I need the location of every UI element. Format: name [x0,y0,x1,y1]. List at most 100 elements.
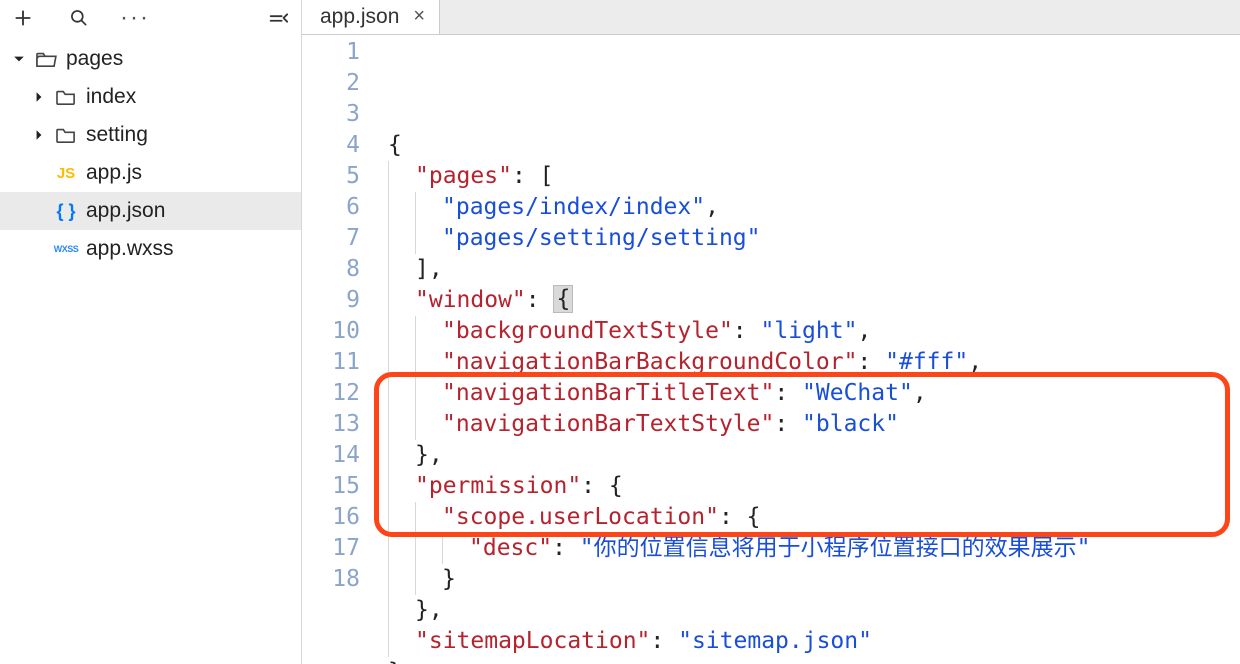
line-number: 8 [302,254,360,285]
file-tree: pages index setting JS app.js [0,36,301,664]
tree-item-label: app.js [86,161,142,185]
folder-icon [54,123,78,147]
token-punc: , [913,380,927,406]
token-key: "desc" [469,535,552,561]
tree-item-label: index [86,85,136,109]
line-number: 9 [302,285,360,316]
token-key: "scope.userLocation" [442,504,719,530]
token-punc: , [429,442,443,468]
token-key: "navigationBarTitleText" [442,380,774,406]
token-str: "#fff" [885,349,968,375]
code-line[interactable]: "navigationBarTextStyle": "black" [374,409,1240,440]
token-key: "navigationBarTextStyle" [442,411,774,437]
collapse-icon[interactable] [265,5,291,31]
token-str: "black" [802,411,899,437]
tree-folder-index[interactable]: index [0,78,301,116]
plus-icon[interactable] [10,5,36,31]
spacer [32,166,46,180]
token-str: "pages/index/index" [442,194,705,220]
tree-item-label: app.wxss [86,237,174,261]
tree-file-app-js[interactable]: JS app.js [0,154,301,192]
search-icon[interactable] [66,5,92,31]
token-key: "pages" [415,163,512,189]
chevron-right-icon [32,90,46,104]
tree-file-app-json[interactable]: { } app.json [0,192,301,230]
code-line[interactable]: "window": { [374,285,1240,316]
token-str: "sitemap.json" [678,628,872,654]
line-number: 5 [302,161,360,192]
tree-folder-setting[interactable]: setting [0,116,301,154]
token-punc: : [581,473,609,499]
code-line[interactable]: "backgroundTextStyle": "light", [374,316,1240,347]
line-number: 6 [302,192,360,223]
code-line[interactable]: } [374,564,1240,595]
spacer [32,204,46,218]
chevron-down-icon [12,52,26,66]
tree-folder-pages[interactable]: pages [0,40,301,78]
code-line[interactable]: "scope.userLocation": { [374,502,1240,533]
token-bracket: [ [540,163,554,189]
line-number-gutter: 123456789101112131415161718 [302,37,374,664]
sidebar: ··· pages index [0,0,302,664]
code-line[interactable]: "sitemapLocation": "sitemap.json" [374,626,1240,657]
line-number: 15 [302,471,360,502]
token-key: "sitemapLocation" [415,628,650,654]
token-punc: : [733,318,761,344]
line-number: 1 [302,37,360,68]
token-punc: : [650,628,678,654]
code-line[interactable]: } [374,657,1240,664]
line-number: 18 [302,564,360,595]
token-key: "permission" [415,473,581,499]
token-brace: } [415,442,429,468]
wxss-file-icon: WXSS [54,237,78,261]
line-number: 4 [302,130,360,161]
line-number: 13 [302,409,360,440]
line-number: 16 [302,502,360,533]
tree-file-app-wxss[interactable]: WXSS app.wxss [0,230,301,268]
more-icon[interactable]: ··· [122,5,148,31]
line-number: 2 [302,68,360,99]
line-number: 11 [302,347,360,378]
code-line[interactable]: }, [374,595,1240,626]
code-line[interactable]: "desc": "你的位置信息将用于小程序位置接口的效果展示" [374,533,1240,564]
token-punc: , [705,194,719,220]
token-punc: : [512,163,540,189]
code-area[interactable]: 123456789101112131415161718 {"pages": ["… [302,35,1240,664]
code-line[interactable]: "pages": [ [374,161,1240,192]
code-line[interactable]: "navigationBarTitleText": "WeChat", [374,378,1240,409]
token-punc: , [429,256,443,282]
token-brace: { [388,132,402,158]
spacer [32,242,46,256]
line-number: 3 [302,99,360,130]
token-brace: } [388,659,402,664]
code-line[interactable]: ], [374,254,1240,285]
chevron-right-icon [32,128,46,142]
json-file-icon: { } [54,199,78,223]
code-line[interactable]: "pages/index/index", [374,192,1240,223]
line-number: 17 [302,533,360,564]
code-line[interactable]: }, [374,440,1240,471]
token-str: "你的位置信息将用于小程序位置接口的效果展示" [580,535,1091,561]
token-brace: } [415,597,429,623]
token-punc: : [552,535,580,561]
code-line[interactable]: "permission": { [374,471,1240,502]
line-number: 10 [302,316,360,347]
code-line[interactable]: { [374,130,1240,161]
token-punc: : [719,504,747,530]
token-punc: , [429,597,443,623]
close-icon[interactable]: × [413,5,425,28]
token-brace: { [553,287,573,313]
token-punc: : [857,349,885,375]
token-key: "navigationBarBackgroundColor" [442,349,857,375]
token-str: "pages/setting/setting" [442,225,761,251]
code-line[interactable]: "pages/setting/setting" [374,223,1240,254]
token-punc: : [774,411,802,437]
editor-panel: app.json × 123456789101112131415161718 {… [302,0,1240,664]
token-brace: { [609,473,623,499]
code-content[interactable]: {"pages": ["pages/index/index","pages/se… [374,37,1240,664]
tab-app-json[interactable]: app.json × [302,0,440,34]
code-line[interactable]: "navigationBarBackgroundColor": "#fff", [374,347,1240,378]
token-punc: : [526,287,554,313]
token-key: "window" [415,287,526,313]
folder-icon [54,85,78,109]
